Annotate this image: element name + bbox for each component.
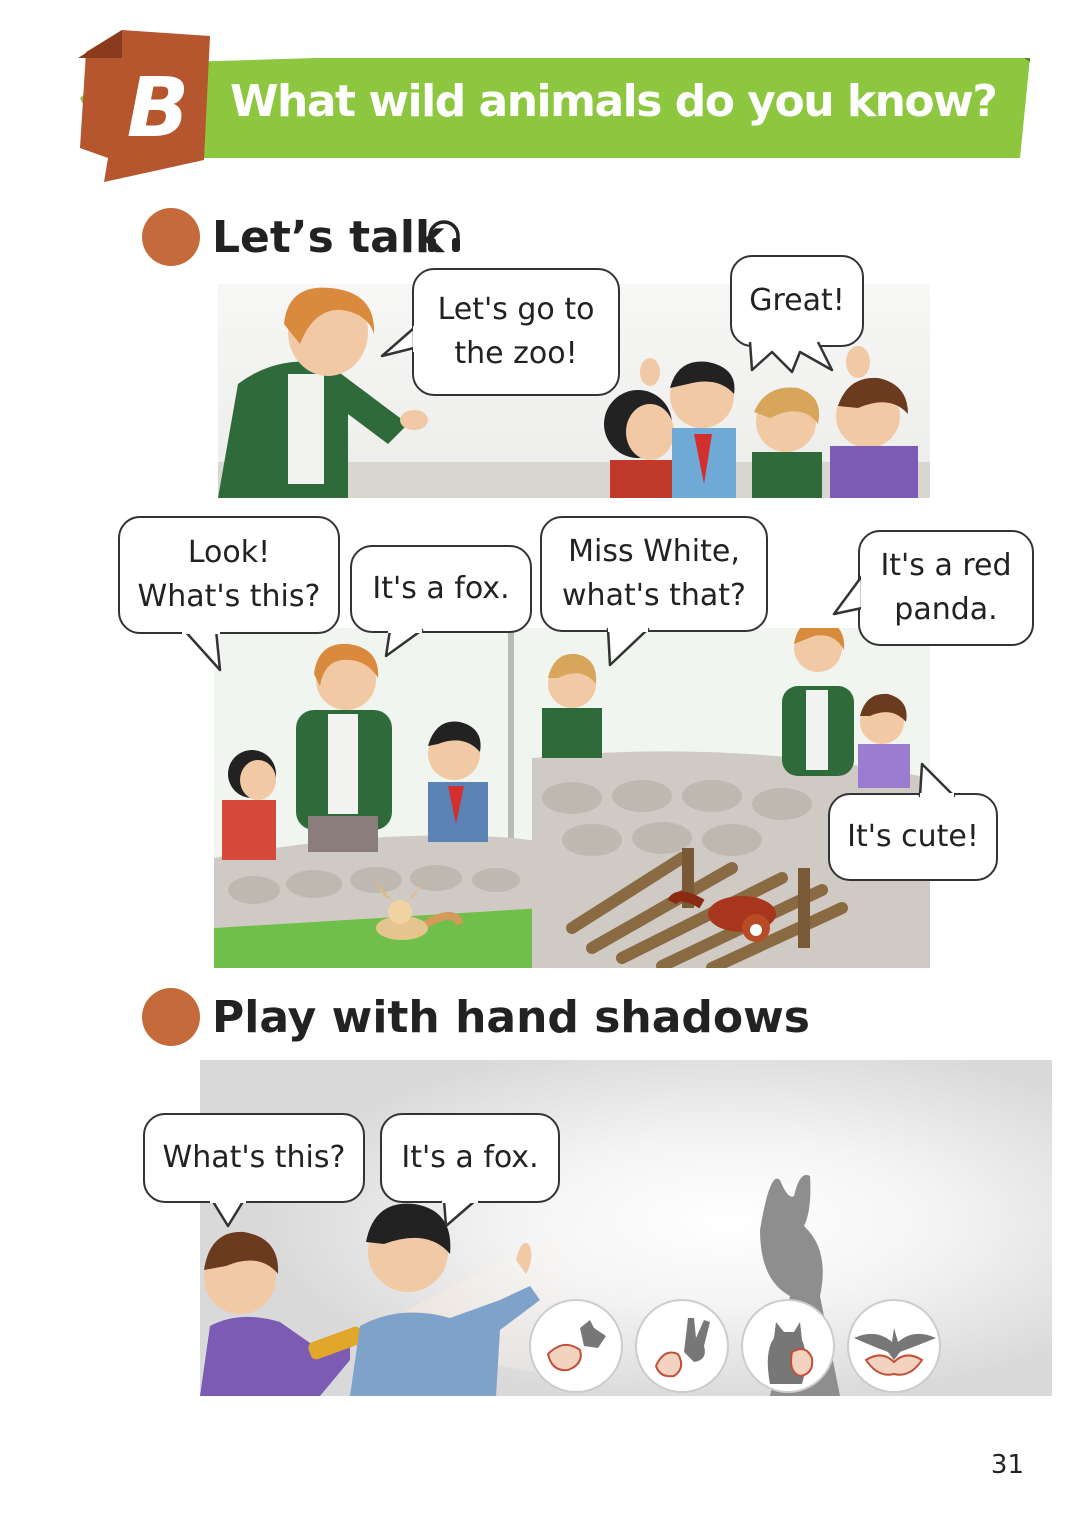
section-bullet [142, 208, 200, 266]
section-title-shadows: Play with hand shadows [212, 992, 810, 1043]
scene-fox-enclosure [214, 628, 544, 968]
hand-shadow-icons [528, 1298, 948, 1394]
speech-bubble-great: Great! [730, 255, 864, 347]
speech-bubble-miss-white: Miss White, what's that? [540, 516, 768, 632]
speech-bubble-fox: It's a fox. [350, 545, 532, 633]
speech-bubble-lets-go: Let's go to the zoo! [412, 268, 620, 396]
hand-shadow-cat-icon[interactable] [740, 1298, 836, 1394]
page-title: What wild animals do you know? [230, 76, 998, 127]
speech-bubble-red-panda: It's a red panda. [858, 530, 1034, 646]
speech-bubble-fox-2: It's a fox. [380, 1113, 560, 1203]
hand-shadow-bird-icon[interactable] [846, 1298, 942, 1394]
headphones-icon[interactable] [424, 216, 464, 256]
speech-bubble-whats-this: What's this? [143, 1113, 365, 1203]
speech-bubble-cute: It's cute! [828, 793, 998, 881]
hand-shadow-dog-icon[interactable] [528, 1298, 624, 1394]
section-title-talk: Let’s talk [212, 212, 445, 263]
page-number: 31 [990, 1450, 1024, 1480]
speech-bubble-look: Look! What's this? [118, 516, 340, 634]
banner-letter: B [126, 61, 190, 156]
section-bullet [142, 988, 200, 1046]
hand-shadow-rabbit-icon[interactable] [634, 1298, 730, 1394]
